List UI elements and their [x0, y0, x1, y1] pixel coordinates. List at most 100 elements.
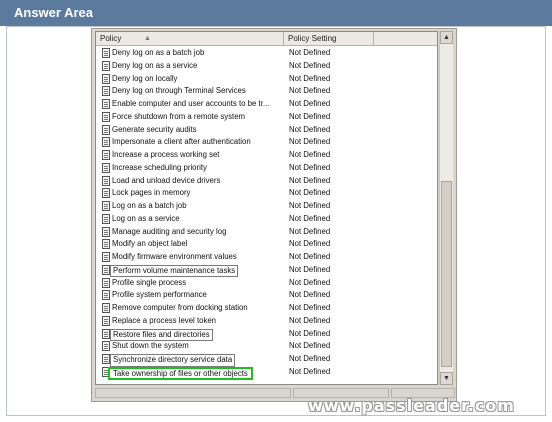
policy-name: Enable computer and user accounts to be …: [112, 99, 270, 108]
policy-icon: [102, 137, 110, 148]
window-title: Answer Area: [0, 0, 552, 26]
policy-setting: Not Defined: [289, 277, 331, 287]
policy-name: Deny log on as a batch job: [112, 48, 205, 57]
policy-name: Deny log on through Terminal Services: [112, 86, 246, 96]
policy-name: Force shutdown from a remote system: [112, 111, 246, 121]
policy-name: Synchronize directory service data: [110, 354, 236, 367]
table-row[interactable]: Generate security audits Not Defined: [96, 124, 437, 137]
policy-setting: Not Defined: [289, 48, 331, 57]
policy-icon: [102, 239, 110, 250]
table-row[interactable]: Shut down the system Not Defined: [96, 340, 437, 353]
table-row[interactable]: Lock pages in memory Not Defined: [96, 187, 437, 200]
status-pane: [95, 388, 291, 398]
table-row[interactable]: Deny log on through Terminal Services Not…: [96, 85, 437, 98]
policy-name: Log on as a batch job: [112, 201, 187, 210]
policy-name: Deny log on as a service: [112, 60, 198, 70]
policy-setting: Not Defined: [289, 354, 331, 363]
table-row[interactable]: Profile single process Not Defined: [96, 277, 437, 290]
policy-setting: Not Defined: [289, 111, 331, 121]
policy-icon: [102, 290, 110, 301]
policy-icon: [102, 264, 110, 275]
table-row[interactable]: Load and unload device drivers Not Define…: [96, 175, 437, 188]
policy-icon: [102, 201, 110, 211]
table-row[interactable]: Replace a process level token Not Defined: [96, 315, 437, 328]
policy-icon: [102, 341, 110, 352]
policy-setting: Not Defined: [289, 188, 331, 198]
policy-name: Restore files and directories: [110, 328, 213, 341]
policy-icon: [102, 73, 110, 84]
policy-icon: [102, 60, 110, 71]
policy-icon: [102, 175, 110, 186]
table-row[interactable]: Force shutdown from a remote system Not D…: [96, 111, 437, 124]
table-row[interactable]: Manage auditing and security log Not Defi…: [96, 226, 437, 239]
table-row[interactable]: Deny log on as a batch job Not Defined: [96, 47, 437, 60]
table-row[interactable]: Restore files and directories Not Defined: [96, 328, 437, 341]
policy-name: Shut down the system: [112, 341, 189, 351]
vertical-scrollbar[interactable]: ▲ ▼: [439, 31, 453, 385]
table-row[interactable]: Remove computer from docking station Not …: [96, 302, 437, 315]
policy-name: Perform volume maintenance tasks: [110, 264, 239, 278]
scrollbar-thumb[interactable]: [441, 181, 452, 367]
policy-icon: [102, 328, 110, 339]
policy-icon: [102, 354, 110, 364]
table-row-selected[interactable]: Take ownership of files or other objects…: [96, 366, 437, 380]
policy-setting: Not Defined: [289, 315, 331, 325]
column-header-policy[interactable]: Policy ▲: [96, 32, 284, 45]
policy-setting: Not Defined: [289, 99, 331, 108]
policy-name: Modify firmware environment values: [112, 252, 237, 261]
table-row[interactable]: Enable computer and user accounts to be …: [96, 98, 437, 111]
policy-name: Load and unload device drivers: [112, 175, 221, 185]
table-row[interactable]: Increase a process working set Not Define…: [96, 149, 437, 162]
column-header-policy-setting[interactable]: Policy Setting: [284, 32, 374, 45]
policy-setting: Not Defined: [289, 201, 331, 210]
table-row[interactable]: Modify firmware environment values Not De…: [96, 251, 437, 264]
policy-setting: Not Defined: [289, 124, 331, 134]
table-row[interactable]: Modify an object label Not Defined: [96, 238, 437, 251]
policy-setting: Not Defined: [289, 290, 331, 300]
policy-rows: Deny log on as a batch job Not Defined De…: [96, 47, 437, 380]
table-row[interactable]: Deny log on locally Not Defined: [96, 73, 437, 86]
scroll-down-arrow-icon[interactable]: ▼: [440, 372, 453, 385]
table-row[interactable]: Deny log on as a service Not Defined: [96, 60, 437, 73]
policy-setting: Not Defined: [289, 239, 331, 249]
answer-area-window: Answer Area Policy ▲ Policy Setting Deny…: [0, 0, 552, 422]
policy-name: Take ownership of files or other objects: [108, 366, 253, 380]
policy-icon: [102, 86, 110, 97]
policy-setting: Not Defined: [289, 162, 331, 172]
scroll-up-arrow-icon[interactable]: ▲: [440, 31, 453, 44]
policy-list-panel: Policy ▲ Policy Setting Deny log on as a…: [91, 28, 457, 402]
answer-area-content: Policy ▲ Policy Setting Deny log on as a…: [6, 26, 546, 416]
policy-icon: [102, 99, 110, 109]
policy-icon: [102, 315, 110, 326]
table-row[interactable]: Log on as a service Not Defined: [96, 213, 437, 226]
policy-setting: Not Defined: [289, 264, 331, 274]
policy-icon: [102, 277, 110, 288]
policy-name: Replace a process level token: [112, 315, 217, 325]
policy-icon: [102, 226, 110, 237]
policy-icon: [102, 124, 110, 135]
table-row[interactable]: Synchronize directory service data Not De…: [96, 353, 437, 367]
policy-icon: [102, 162, 110, 173]
policy-setting: Not Defined: [289, 341, 331, 351]
policy-name: Lock pages in memory: [112, 188, 191, 198]
policy-setting: Not Defined: [289, 86, 331, 96]
policy-name: Increase scheduling priority: [112, 162, 207, 172]
policy-name: Profile single process: [112, 277, 187, 287]
policy-setting: Not Defined: [289, 226, 331, 236]
policy-setting: Not Defined: [289, 150, 331, 159]
policy-name: Profile system performance: [112, 290, 207, 300]
policy-setting: Not Defined: [289, 303, 331, 312]
table-row[interactable]: Perform volume maintenance tasks Not Defi…: [96, 264, 437, 278]
policy-icon: [102, 188, 110, 199]
table-row[interactable]: Impersonate a client after authenticatio…: [96, 136, 437, 149]
policy-name: Deny log on locally: [112, 73, 178, 83]
table-row[interactable]: Increase scheduling priority Not Defined: [96, 162, 437, 175]
table-row[interactable]: Profile system performance Not Defined: [96, 289, 437, 302]
policy-icon: [102, 252, 110, 262]
policy-name: Remove computer from docking station: [112, 303, 248, 312]
policy-name: Generate security audits: [112, 124, 197, 134]
table-row[interactable]: Log on as a batch job Not Defined: [96, 200, 437, 213]
policy-name: Log on as a service: [112, 213, 180, 223]
policy-setting: Not Defined: [289, 366, 331, 376]
policy-icon: [102, 303, 110, 313]
